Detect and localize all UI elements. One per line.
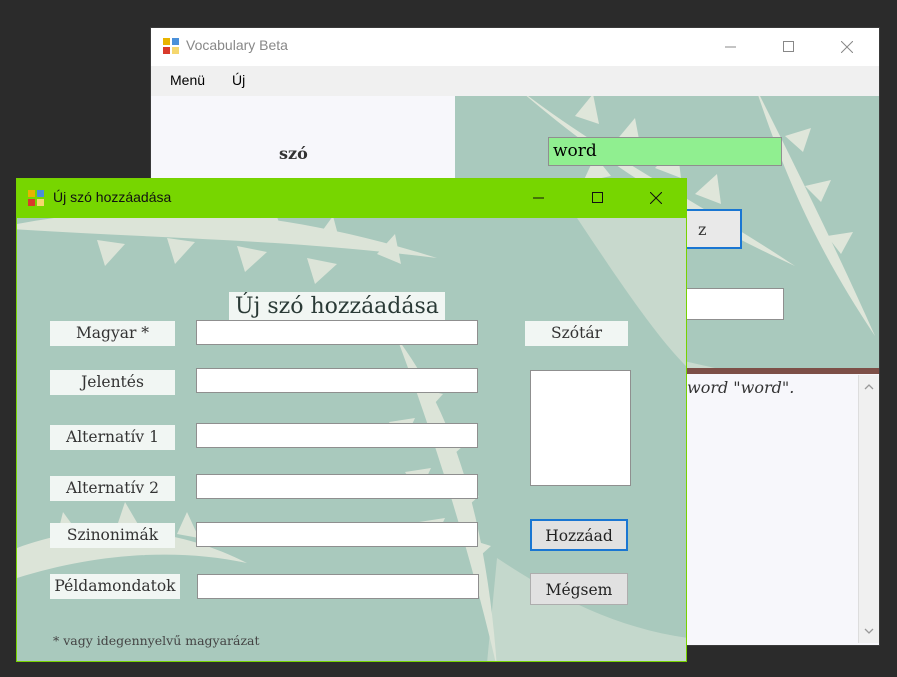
label-dictionary: Szótár [525, 321, 628, 346]
maximize-icon [783, 41, 794, 52]
dictionary-listbox[interactable] [530, 370, 631, 486]
dialog-body: Új szó hozzáadása Magyar * Jelentés Alte… [17, 218, 686, 661]
scroll-up-icon [864, 384, 874, 390]
minimize-icon [725, 46, 736, 48]
dialog-heading: Új szó hozzáadása [229, 292, 445, 322]
result-scrollbar[interactable] [858, 375, 879, 643]
label-hungarian: Magyar * [50, 321, 175, 346]
footnote: * vagy idegennyelvű magyarázat [53, 633, 260, 648]
word-search-input[interactable]: word [548, 137, 782, 166]
result-text: word "word". [687, 378, 795, 397]
label-alternative-2: Alternatív 2 [50, 476, 175, 501]
app-icon [28, 190, 44, 206]
minimize-button[interactable] [703, 28, 761, 66]
menu-item-menu[interactable]: Menü [170, 72, 205, 88]
label-meaning: Jelentés [50, 370, 175, 395]
dialog-maximize-button[interactable] [570, 179, 628, 218]
alternative-2-input[interactable] [196, 474, 478, 499]
example-sentences-input[interactable] [197, 574, 479, 599]
main-titlebar[interactable]: Vocabulary Beta [151, 28, 879, 66]
close-icon [841, 41, 853, 53]
maximize-icon [592, 192, 603, 203]
word-column-label: szó [279, 144, 308, 163]
dialog-title: Új szó hozzáadása [53, 189, 172, 205]
app-icon [163, 38, 179, 54]
synonyms-input[interactable] [196, 522, 478, 547]
menu-bar: Menü Új [151, 66, 879, 96]
meaning-input[interactable] [196, 368, 478, 393]
alternative-1-input[interactable] [196, 423, 478, 448]
cancel-button[interactable]: Mégsem [530, 573, 628, 605]
secondary-input[interactable] [671, 288, 784, 320]
close-button[interactable] [819, 28, 877, 66]
label-example-sentences: Példamondatok [50, 574, 180, 599]
close-icon [650, 192, 662, 204]
minimize-icon [533, 197, 544, 199]
add-button[interactable]: Hozzáad [530, 519, 628, 551]
scroll-down-icon [864, 628, 874, 634]
label-synonyms: Szinonimák [50, 523, 175, 548]
add-word-dialog: Új szó hozzáadása Új szó hozzáadása Magy… [16, 178, 687, 662]
main-window-title: Vocabulary Beta [186, 37, 288, 53]
label-alternative-1: Alternatív 1 [50, 425, 175, 450]
dialog-close-button[interactable] [628, 179, 686, 218]
maximize-button[interactable] [761, 28, 819, 66]
dialog-minimize-button[interactable] [511, 179, 569, 218]
dialog-titlebar[interactable]: Új szó hozzáadása [17, 179, 686, 218]
hungarian-input[interactable] [196, 320, 478, 345]
menu-item-new[interactable]: Új [232, 72, 245, 88]
